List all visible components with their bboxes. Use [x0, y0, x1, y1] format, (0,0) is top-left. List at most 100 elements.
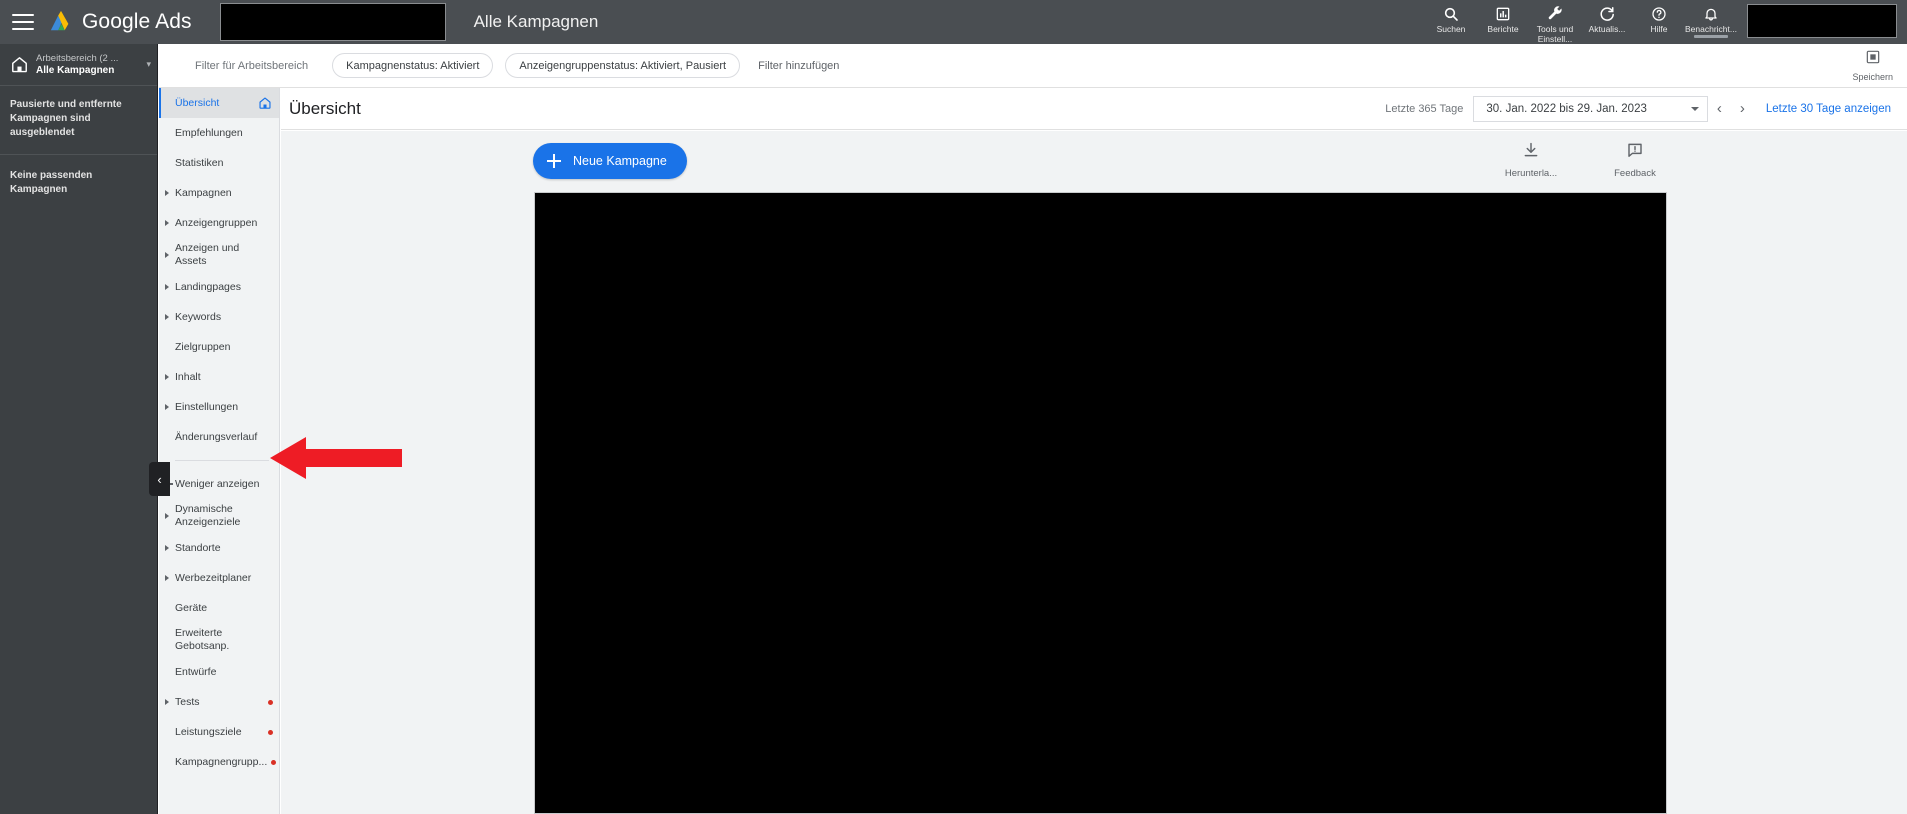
chevron-right-icon — [165, 220, 169, 226]
section-navigation: Übersicht Empfehlungen Statistiken Kampagne… — [159, 88, 280, 814]
nav-item-label: Entwürfe — [175, 665, 217, 678]
nav-item-label: Leistungsziele — [175, 725, 242, 738]
top-action-label: Aktualis... — [1588, 24, 1626, 34]
chevron-down-icon — [1690, 106, 1699, 111]
date-range-value: 30. Jan. 2022 bis 29. Jan. 2023 — [1486, 102, 1647, 115]
top-action-label: Tools und Einstell... — [1536, 24, 1574, 44]
download-label: Herunterla... — [1504, 168, 1558, 179]
save-disk-icon — [1865, 49, 1881, 70]
nav-item-leistungsziele[interactable]: Leistungsziele — [159, 717, 279, 747]
feedback-button[interactable]: Feedback — [1604, 141, 1666, 179]
sidebar-collapse-button[interactable]: ‹ — [149, 462, 170, 496]
filter-chip-adgroup-status[interactable]: Anzeigengruppenstatus: Aktiviert, Pausie… — [505, 53, 741, 78]
nav-item-label: Kampagnen — [175, 186, 232, 199]
top-action-notifications[interactable]: Benachricht... — [1685, 0, 1737, 38]
page-header: Übersicht Letzte 365 Tage 30. Jan. 2022 … — [281, 88, 1907, 130]
nav-item-label: Einstellungen — [175, 400, 239, 413]
home-icon — [257, 96, 273, 110]
page-context-label: Alle Kampagnen — [473, 12, 599, 31]
show-last-30-days-link[interactable]: Letzte 30 Tage anzeigen — [1766, 103, 1891, 115]
add-filter-button[interactable]: Filter hinzufügen — [758, 60, 839, 72]
date-prev-button[interactable]: ‹ — [1708, 100, 1731, 117]
workspace-sidebar: Arbeitsbereich (2 ... Alle Kampagnen ▾ P… — [0, 44, 158, 814]
date-next-button[interactable]: › — [1731, 100, 1754, 117]
nav-item-notification-dot — [268, 699, 273, 705]
nav-item-label: Dynamische Anzeigenziele — [175, 503, 241, 528]
nav-item-erweiterte-gebotsanp[interactable]: Erweiterte Gebotsanp. — [159, 623, 279, 657]
workspace-text: Arbeitsbereich (2 ... Alle Kampagnen — [36, 53, 144, 77]
help-question-icon — [1651, 5, 1667, 22]
filter-chip-campaign-status[interactable]: Kampagnenstatus: Aktiviert — [332, 53, 494, 78]
show-less-button[interactable]: Weniger anzeigen — [159, 469, 279, 499]
google-ads-logo[interactable]: Google Ads — [48, 10, 192, 34]
top-action-reports[interactable]: Berichte — [1477, 0, 1529, 34]
nav-item-label: Keywords — [175, 310, 222, 323]
top-action-refresh[interactable]: Aktualis... — [1581, 0, 1633, 34]
home-icon — [8, 55, 30, 74]
content-action-bar: Herunterla... Feedback — [1500, 141, 1666, 179]
nav-item-einstellungen[interactable]: Einstellungen — [159, 392, 279, 422]
account-selector-redacted[interactable] — [219, 3, 446, 41]
nav-divider — [175, 460, 269, 461]
nav-item-label: Anzeigengruppen — [175, 216, 258, 229]
reports-bar-chart-icon — [1495, 5, 1511, 22]
nav-item-standorte[interactable]: Standorte — [159, 533, 279, 563]
chevron-right-icon — [165, 284, 169, 290]
nav-item-label: Inhalt — [175, 370, 201, 383]
save-filter-button[interactable]: Speichern — [1852, 49, 1893, 82]
notification-label-redacted — [1694, 35, 1728, 38]
nav-item-keywords[interactable]: Keywords — [159, 302, 279, 332]
search-icon — [1443, 5, 1459, 22]
red-left-arrow-annotation — [270, 437, 402, 479]
nav-item-kampagnengrupp[interactable]: Kampagnengrupp... — [159, 747, 279, 777]
nav-item-inhalt[interactable]: Inhalt — [159, 362, 279, 392]
overview-content-area: Neue Kampagne Herunterla... Feedback — [281, 131, 1907, 814]
chevron-right-icon — [165, 252, 169, 258]
nav-item-label: Standorte — [175, 541, 221, 554]
chevron-right-icon — [165, 545, 169, 551]
nav-item-tests[interactable]: Tests — [159, 687, 279, 717]
nav-item-geräte[interactable]: Geräte — [159, 593, 279, 623]
top-action-search[interactable]: Suchen — [1425, 0, 1477, 34]
nav-item-notification-dot — [268, 729, 273, 735]
top-action-help[interactable]: Hilfe — [1633, 0, 1685, 34]
filter-bar-label: Filter für Arbeitsbereich — [195, 59, 309, 72]
nav-item-statistiken[interactable]: Statistiken — [159, 148, 279, 178]
download-icon — [1522, 141, 1540, 164]
nav-item-label: Tests — [175, 695, 200, 708]
date-range-controls: Letzte 365 Tage 30. Jan. 2022 bis 29. Ja… — [1385, 95, 1891, 122]
nav-item-anzeigen-und-assets[interactable]: Anzeigen und Assets — [159, 238, 279, 272]
user-account-redacted[interactable] — [1747, 4, 1897, 38]
nav-item-label: Kampagnengrupp... — [175, 755, 268, 768]
nav-item-label: Geräte — [175, 601, 208, 614]
workspace-filter-bar: Filter für Arbeitsbereich Kampagnenstatu… — [159, 44, 1907, 88]
wrench-tools-icon — [1547, 5, 1564, 22]
nav-item-label: Zielgruppen — [175, 340, 231, 353]
nav-item-label: Erweiterte Gebotsanp. — [175, 627, 230, 652]
nav-item-landingpages[interactable]: Landingpages — [159, 272, 279, 302]
nav-item-anzeigengruppen[interactable]: Anzeigengruppen — [159, 208, 279, 238]
nav-item-label: Statistiken — [175, 156, 224, 169]
nav-item-zielgruppen[interactable]: Zielgruppen — [159, 332, 279, 362]
nav-item-werbezeitplaner[interactable]: Werbezeitplaner — [159, 563, 279, 593]
nav-item-dynamische-anzeigenziele[interactable]: Dynamische Anzeigenziele — [159, 499, 279, 533]
nav-item-änderungsverlauf[interactable]: Änderungsverlauf — [159, 422, 279, 452]
refresh-icon — [1599, 5, 1615, 22]
workspace-selector[interactable]: Arbeitsbereich (2 ... Alle Kampagnen ▾ — [0, 44, 157, 86]
nav-item-label: Landingpages — [175, 280, 241, 293]
chevron-down-icon[interactable]: ▾ — [146, 59, 151, 70]
date-range-selector[interactable]: 30. Jan. 2022 bis 29. Jan. 2023 — [1473, 95, 1708, 122]
top-action-tools-settings[interactable]: Tools und Einstell... — [1529, 0, 1581, 44]
page-title: Übersicht — [289, 98, 361, 118]
new-campaign-button[interactable]: Neue Kampagne — [533, 143, 687, 179]
google-ads-logo-icon — [50, 10, 69, 31]
hamburger-menu-icon[interactable] — [12, 14, 34, 30]
feedback-label: Feedback — [1614, 168, 1656, 179]
plus-icon — [547, 154, 561, 168]
download-button[interactable]: Herunterla... — [1500, 141, 1562, 179]
nav-item-übersicht[interactable]: Übersicht — [159, 88, 279, 118]
nav-item-kampagnen[interactable]: Kampagnen — [159, 178, 279, 208]
no-matching-campaigns-note: Keine passenden Kampagnen — [10, 170, 93, 195]
nav-item-entwürfe[interactable]: Entwürfe — [159, 657, 279, 687]
nav-item-empfehlungen[interactable]: Empfehlungen — [159, 118, 279, 148]
